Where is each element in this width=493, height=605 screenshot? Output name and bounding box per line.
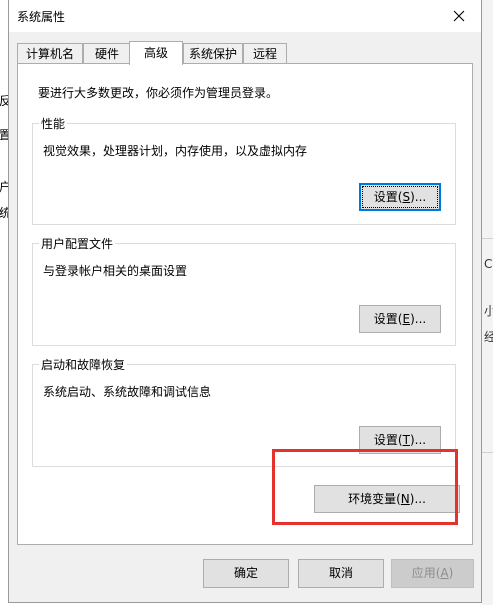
advanced-tab-page: 要进行大多数更改，你必须作为管理员登录。 性能 视觉效果，处理器计划，内存使用，… [17,63,473,545]
performance-group-title: 性能 [39,115,68,132]
close-button[interactable] [437,0,481,32]
ok-button[interactable]: 确定 [203,559,289,588]
apply-button[interactable]: 应用(A) [391,559,474,588]
startup-recovery-group-title: 启动和故障恢复 [39,356,128,373]
startup-recovery-settings-button[interactable]: 设置(T)... [359,426,441,454]
title-bar[interactable]: 系统属性 [9,0,481,32]
tab-hardware[interactable]: 硬件 [83,43,131,64]
startup-recovery-group: 启动和故障恢复 系统启动、系统故障和调试信息 设置(T)... [32,356,456,467]
tab-system-protection[interactable]: 系统保护 [183,43,243,64]
tab-advanced[interactable]: 高级 [129,41,183,65]
tab-remote[interactable]: 远程 [243,43,287,64]
cancel-button[interactable]: 取消 [298,559,384,588]
close-icon [453,10,465,22]
background-divider [482,238,493,239]
background-divider [482,452,493,453]
tab-computer-name[interactable]: 计算机名 [17,43,83,64]
user-profiles-description: 与登录帐户相关的桌面设置 [43,264,188,278]
background-text: 小 [484,304,493,318]
background-window-right: C 小 经 [482,0,493,605]
startup-recovery-description: 系统启动、系统故障和调试信息 [43,385,212,399]
system-properties-dialog: 系统属性 计算机名 硬件 高级 系统保护 远程 要进行大多数更改，你必须作为管理… [8,0,482,603]
background-text: C [484,257,493,271]
user-profiles-group: 用户配置文件 与登录帐户相关的桌面设置 设置(E)... [32,235,456,346]
user-profiles-group-title: 用户配置文件 [39,235,116,252]
performance-group: 性能 视觉效果，处理器计划，内存使用，以及虚拟内存 设置(S)... [32,115,456,225]
user-profiles-settings-button[interactable]: 设置(E)... [359,305,441,333]
performance-description: 视觉效果，处理器计划，内存使用，以及虚拟内存 [43,144,308,158]
environment-variables-button[interactable]: 环境变量(N)... [314,485,460,513]
screen: 反 置 户 统 C 小 经 系统属性 计算机名 硬件 高级 系统保护 远程 要进… [0,0,493,605]
admin-notice: 要进行大多数更改，你必须作为管理员登录。 [38,86,279,100]
performance-settings-button[interactable]: 设置(S)... [359,183,441,211]
background-text: 经 [484,330,493,344]
dialog-title: 系统属性 [17,10,66,24]
